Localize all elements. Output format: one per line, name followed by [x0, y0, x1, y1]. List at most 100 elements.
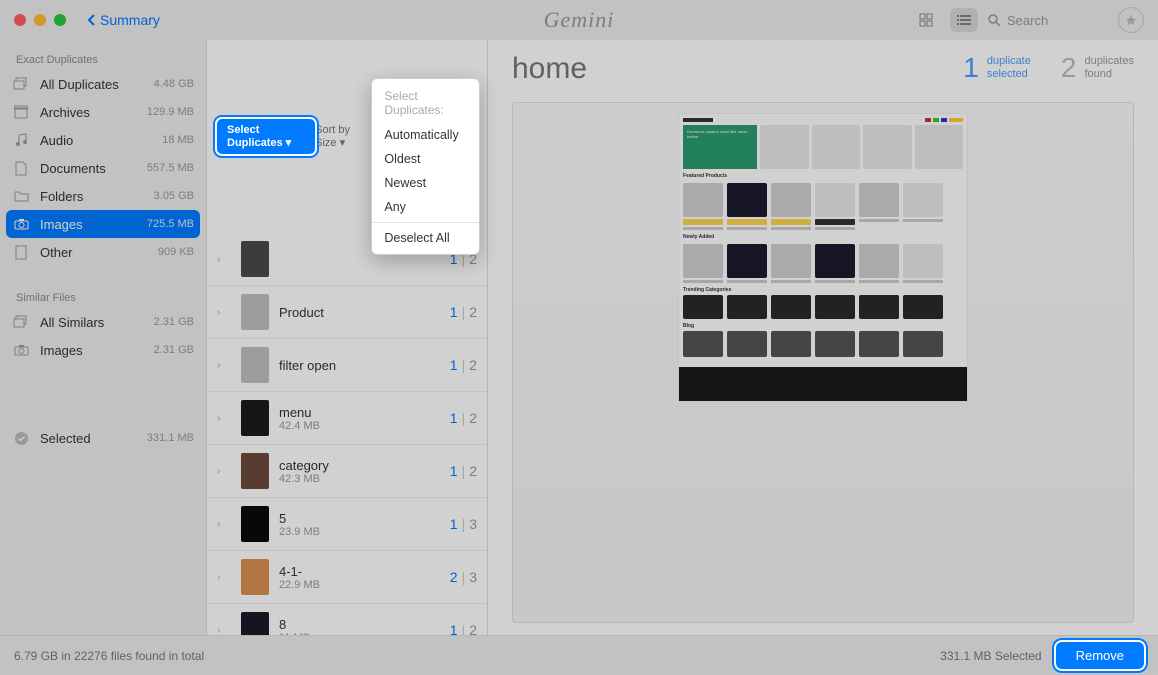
status-text: 6.79 GB in 22276 files found in total	[14, 649, 204, 663]
file-thumbnail	[241, 294, 269, 330]
list-view-button[interactable]	[950, 8, 978, 32]
file-counts: 1 | 2	[450, 463, 477, 479]
sidebar-item-label: Folders	[40, 189, 154, 204]
file-row[interactable]: › Product 1 | 2	[207, 286, 487, 339]
close-window-button[interactable]	[14, 14, 26, 26]
stat-found: 2 duplicatesfound	[1061, 52, 1134, 84]
chevron-right-icon: ›	[217, 519, 231, 530]
app-title: Gemini	[544, 7, 615, 33]
file-name: menu	[279, 405, 450, 420]
dropdown-item-newest[interactable]: Newest	[372, 171, 479, 195]
chevron-left-icon	[86, 13, 96, 27]
sidebar-item-size: 2.31 GB	[154, 344, 194, 356]
sidebar-item-size: 331.1 MB	[147, 432, 194, 444]
dropdown-item-automatically[interactable]: Automatically	[372, 123, 479, 147]
favorites-button[interactable]	[1118, 7, 1144, 33]
sidebar-item-similar-images[interactable]: Images 2.31 GB	[0, 336, 206, 364]
sort-by-button[interactable]: Sort by Size ▾	[315, 124, 368, 149]
stat-found-label: duplicatesfound	[1084, 55, 1134, 81]
sidebar-item-label: Documents	[40, 161, 147, 176]
grid-view-button[interactable]	[912, 8, 940, 32]
folder-icon	[14, 190, 29, 202]
stat-selected-number: 1	[963, 52, 979, 84]
selected-count: 1	[450, 516, 458, 532]
file-size: 11 MB	[279, 632, 450, 636]
sidebar-item-selected[interactable]: Selected 331.1 MB	[0, 424, 206, 452]
file-thumbnail	[241, 241, 269, 277]
checkmark-circle-icon	[14, 431, 29, 446]
document-icon	[15, 161, 27, 176]
dropdown-item-any[interactable]: Any	[372, 195, 479, 219]
back-button[interactable]: Summary	[86, 12, 160, 28]
select-duplicates-dropdown: Select Duplicates: Automatically Oldest …	[371, 78, 480, 255]
file-counts: 2 | 3	[450, 569, 477, 585]
titlebar: Summary Gemini Search	[0, 0, 1158, 40]
total-count: 2	[469, 622, 477, 635]
stat-found-number: 2	[1061, 52, 1077, 84]
sidebar-item-all-duplicates[interactable]: All Duplicates 4.48 GB	[0, 70, 206, 98]
sidebar-item-label: Audio	[40, 133, 162, 148]
total-count: 3	[469, 516, 477, 532]
sidebar-section-exact: Exact Duplicates	[0, 48, 206, 70]
selected-count: 1	[450, 357, 458, 373]
dropdown-item-oldest[interactable]: Oldest	[372, 147, 479, 171]
grid-icon	[919, 13, 933, 27]
file-counts: 1 | 2	[450, 410, 477, 426]
file-size: 42.4 MB	[279, 420, 450, 432]
select-duplicates-button[interactable]: Select Duplicates ▾	[217, 119, 315, 154]
sidebar-item-label: All Similars	[40, 315, 154, 330]
sidebar-item-size: 725.5 MB	[147, 218, 194, 230]
chevron-right-icon: ›	[217, 625, 231, 636]
file-name: 8	[279, 617, 450, 632]
sidebar-item-images[interactable]: Images 725.5 MB	[6, 210, 200, 238]
file-row[interactable]: › menu 42.4 MB 1 | 2	[207, 392, 487, 445]
search-field[interactable]: Search	[988, 13, 1108, 28]
sidebar-item-label: Images	[40, 217, 147, 232]
sidebar-section-similar: Similar Files	[0, 286, 206, 308]
file-name: filter open	[279, 358, 450, 373]
chevron-right-icon: ›	[217, 360, 231, 371]
file-row[interactable]: › category 42.3 MB 1 | 2	[207, 445, 487, 498]
selected-count: 1	[450, 410, 458, 426]
file-size: 22.9 MB	[279, 579, 450, 591]
sidebar-item-all-similars[interactable]: All Similars 2.31 GB	[0, 308, 206, 336]
preview-hero-banner: Drones to capture world like never befor…	[683, 125, 757, 169]
file-list[interactable]: › 1 | 2 › Product 1 | 2 › filter open 1	[207, 233, 487, 635]
sidebar-item-audio[interactable]: Audio 18 MB	[0, 126, 206, 154]
preview-title: home	[512, 52, 587, 86]
file-size: 42.3 MB	[279, 473, 450, 485]
search-icon	[988, 14, 1001, 27]
dropdown-item-deselect-all[interactable]: Deselect All	[372, 226, 479, 250]
remove-button[interactable]: Remove	[1056, 642, 1144, 669]
file-name: Product	[279, 305, 450, 320]
file-row[interactable]: › 8 11 MB 1 | 2	[207, 604, 487, 635]
preview-panel: home 1 duplicateselected 2 duplicatesfou…	[488, 40, 1158, 635]
minimize-window-button[interactable]	[34, 14, 46, 26]
file-list-header: Select Duplicates ▾ Sort by Size ▾ Selec…	[207, 40, 487, 233]
file-row[interactable]: › filter open 1 | 2	[207, 339, 487, 392]
chevron-right-icon: ›	[217, 254, 231, 265]
list-icon	[957, 14, 971, 26]
sidebar-item-archives[interactable]: Archives 129.9 MB	[0, 98, 206, 126]
sidebar-item-size: 557.5 MB	[147, 162, 194, 174]
total-count: 2	[469, 410, 477, 426]
selected-count: 1	[450, 622, 458, 635]
music-note-icon	[14, 133, 28, 147]
sidebar-item-size: 909 KB	[158, 246, 194, 258]
file-row[interactable]: › 4-1- 22.9 MB 2 | 3	[207, 551, 487, 604]
sidebar-item-other[interactable]: Other 909 KB	[0, 238, 206, 266]
file-counts: 1 | 2	[450, 357, 477, 373]
total-count: 3	[469, 569, 477, 585]
window-controls	[14, 14, 66, 26]
file-thumbnail	[241, 400, 269, 436]
sidebar-item-size: 3.05 GB	[154, 190, 194, 202]
sidebar-item-documents[interactable]: Documents 557.5 MB	[0, 154, 206, 182]
maximize-window-button[interactable]	[54, 14, 66, 26]
file-row[interactable]: › 5 23.9 MB 1 | 3	[207, 498, 487, 551]
sidebar: Exact Duplicates All Duplicates 4.48 GB …	[0, 40, 206, 635]
star-icon	[1125, 14, 1137, 26]
image-preview: Drones to capture world like never befor…	[512, 102, 1134, 623]
sidebar-item-folders[interactable]: Folders 3.05 GB	[0, 182, 206, 210]
file-counts: 1 | 3	[450, 516, 477, 532]
stat-selected: 1 duplicateselected	[963, 52, 1031, 84]
